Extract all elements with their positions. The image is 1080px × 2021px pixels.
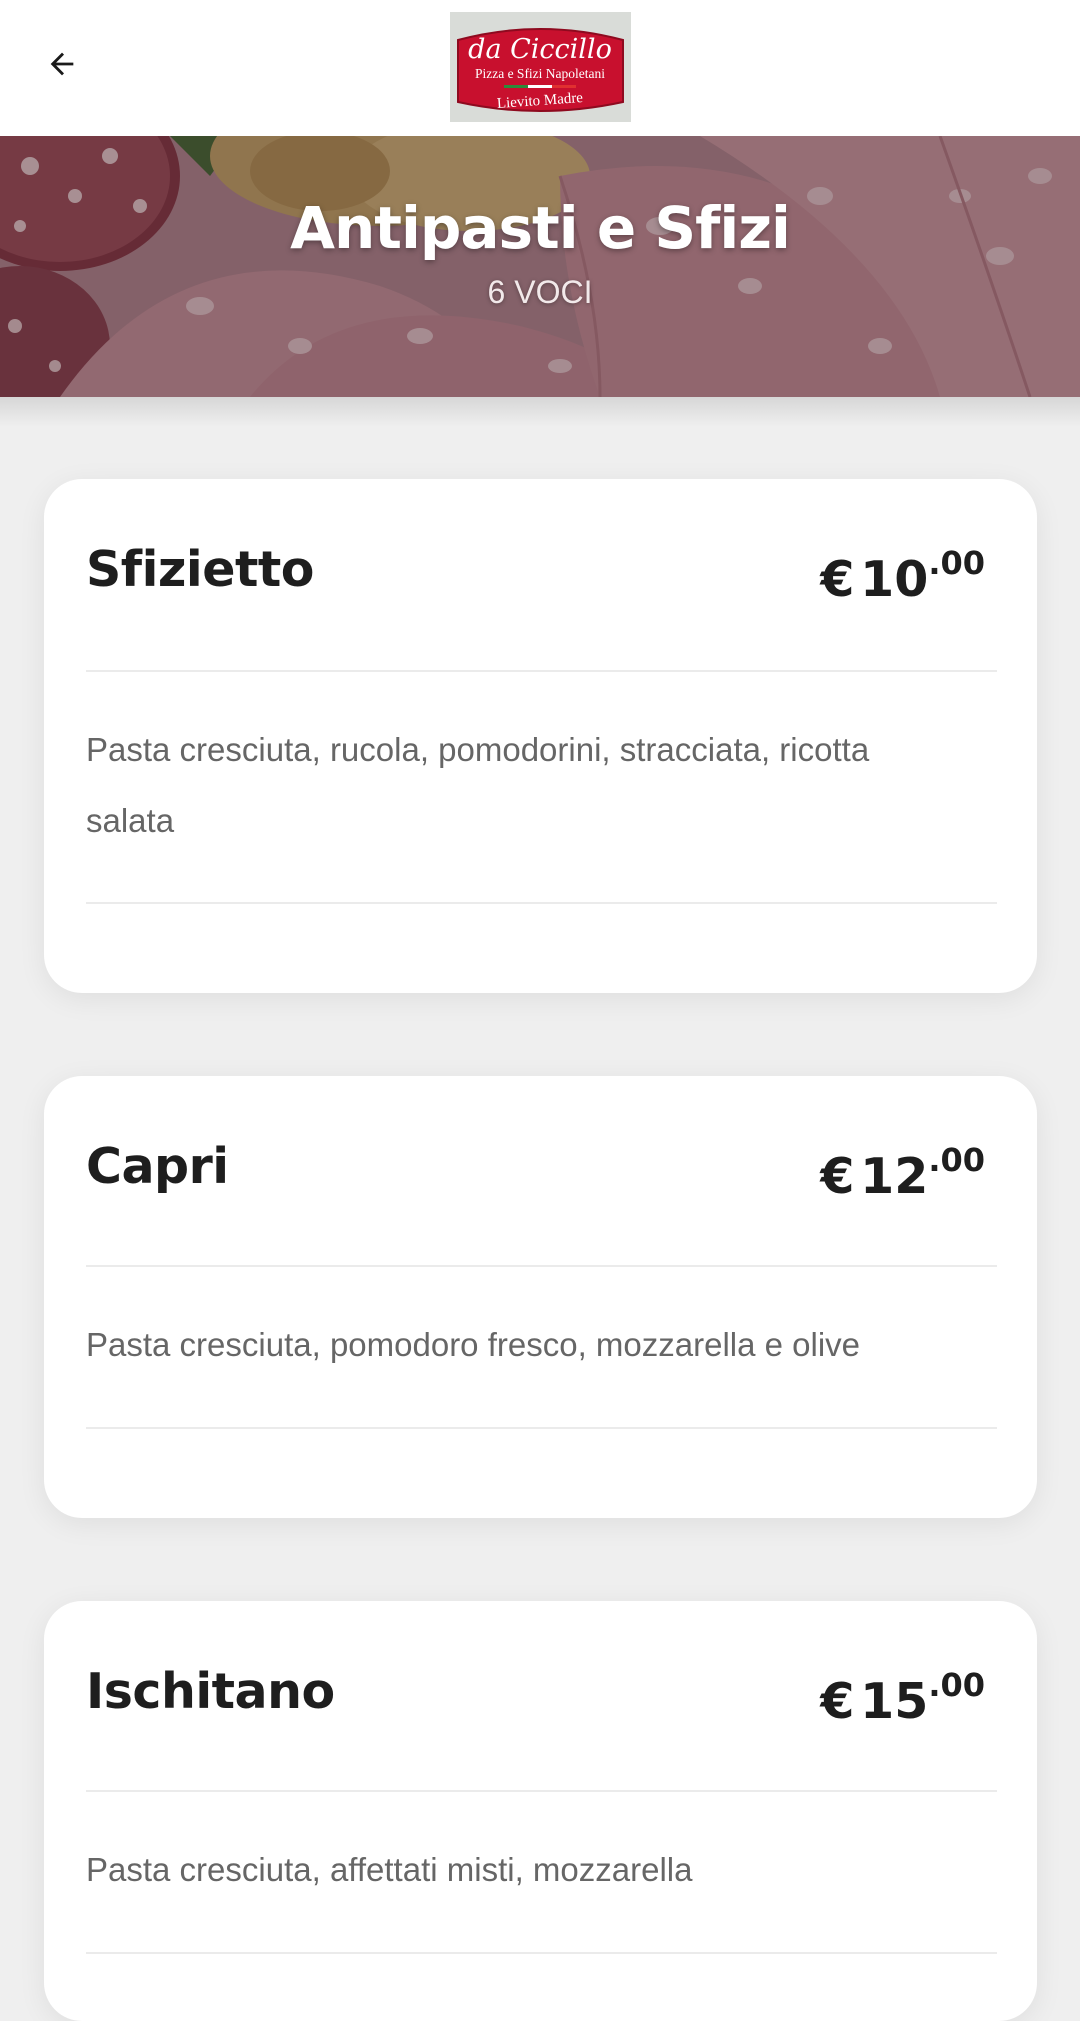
menu-item-card[interactable]: Sfizietto € 10.00 Pasta cresciuta, rucol… — [44, 479, 1037, 993]
item-name: Sfizietto — [86, 541, 314, 598]
menu-item-card[interactable]: Ischitano € 15.00 Pasta cresciuta, affet… — [44, 1601, 1037, 2021]
item-description: Pasta cresciuta, pomodoro fresco, mozzar… — [86, 1326, 861, 1363]
price-decimal: .00 — [928, 1666, 985, 1704]
price-integer: 10 — [860, 551, 929, 608]
divider — [86, 670, 997, 672]
price-currency: € — [820, 1148, 855, 1205]
price-integer: 15 — [860, 1673, 929, 1730]
restaurant-logo[interactable]: da Ciccillo Pizza e Sfizi Napoletani Lie… — [450, 12, 631, 122]
item-name: Capri — [86, 1138, 229, 1195]
logo-line1: da Ciccillo — [468, 34, 612, 65]
logo-line2: Pizza e Sfizi Napoletani — [475, 66, 605, 81]
item-price: € 12.00 — [820, 1141, 985, 1205]
item-price: € 15.00 — [820, 1666, 985, 1730]
divider — [86, 1427, 997, 1429]
price-currency: € — [820, 1673, 855, 1730]
category-title: Antipasti e Sfizi — [290, 194, 791, 262]
category-hero: Antipasti e Sfizi 6 VOCI — [0, 136, 1080, 397]
top-app-bar: da Ciccillo Pizza e Sfizi Napoletani Lie… — [0, 0, 1080, 136]
arrow-left-icon — [50, 52, 74, 76]
hero-overlay — [0, 136, 1080, 397]
divider — [86, 1790, 997, 1792]
category-item-count: 6 VOCI — [487, 274, 593, 310]
back-button[interactable] — [38, 40, 86, 88]
price-decimal: .00 — [928, 1141, 985, 1179]
divider — [86, 1265, 997, 1267]
item-price: € 10.00 — [820, 544, 985, 608]
price-currency: € — [820, 551, 855, 608]
hero-shadow — [0, 397, 1080, 427]
item-description: Pasta cresciuta, affettati misti, mozzar… — [86, 1851, 693, 1888]
item-name: Ischitano — [86, 1663, 335, 1720]
price-decimal: .00 — [928, 544, 985, 582]
item-description: Pasta cresciuta, rucola, pomodorini, str… — [86, 731, 870, 839]
logo-badge: da Ciccillo Pizza e Sfizi Napoletani Lie… — [450, 12, 631, 122]
divider — [86, 1952, 997, 1954]
price-integer: 12 — [860, 1148, 929, 1205]
divider — [86, 902, 997, 904]
menu-item-card[interactable]: Capri € 12.00 Pasta cresciuta, pomodoro … — [44, 1076, 1037, 1518]
